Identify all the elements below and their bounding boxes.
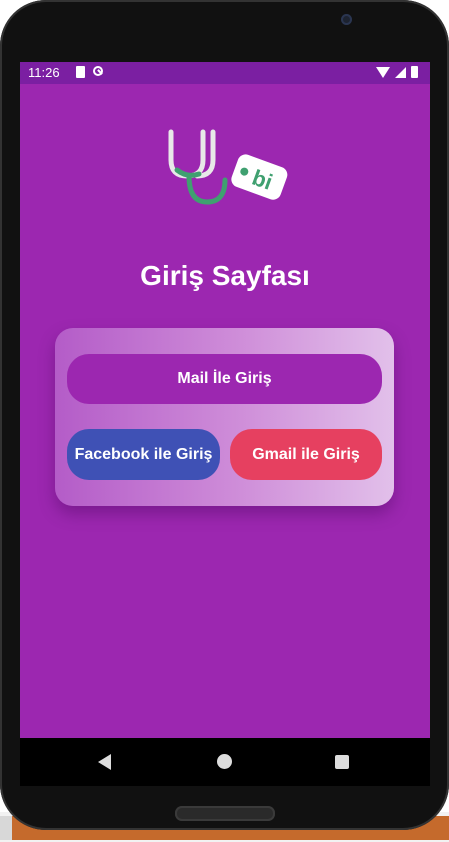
home-icon[interactable] [217, 754, 232, 769]
app-logo: bi [168, 129, 288, 205]
host-strip-left [0, 816, 12, 840]
app-screen: 11:26 bi Giriş Sayfası Mail İle Giriş Fa… [20, 62, 430, 738]
mail-login-button[interactable]: Mail İle Giriş [67, 354, 382, 404]
speaker-grille [175, 806, 275, 821]
status-icons-left [76, 66, 103, 78]
page-title: Giriş Sayfası [140, 260, 310, 291]
navigation-bar [20, 738, 430, 786]
gmail-login-button[interactable]: Gmail ile Giriş [230, 429, 382, 480]
blocked-icon [93, 66, 103, 76]
login-options-card: Mail İle Giriş Facebook ile Giriş Gmail … [55, 328, 394, 506]
battery-icon [411, 66, 418, 78]
signal-icon [395, 66, 406, 78]
front-camera [341, 14, 352, 25]
status-icons-right [376, 66, 418, 78]
facebook-login-button[interactable]: Facebook ile Giriş [67, 429, 220, 480]
wifi-icon [376, 66, 390, 78]
status-bar: 11:26 [20, 62, 430, 84]
recents-icon[interactable] [335, 755, 349, 769]
phone-frame: 11:26 bi Giriş Sayfası Mail İle Giriş Fa… [0, 0, 449, 830]
back-icon[interactable] [98, 754, 111, 770]
status-time: 11:26 [28, 65, 60, 80]
sim-card-icon [76, 66, 85, 78]
